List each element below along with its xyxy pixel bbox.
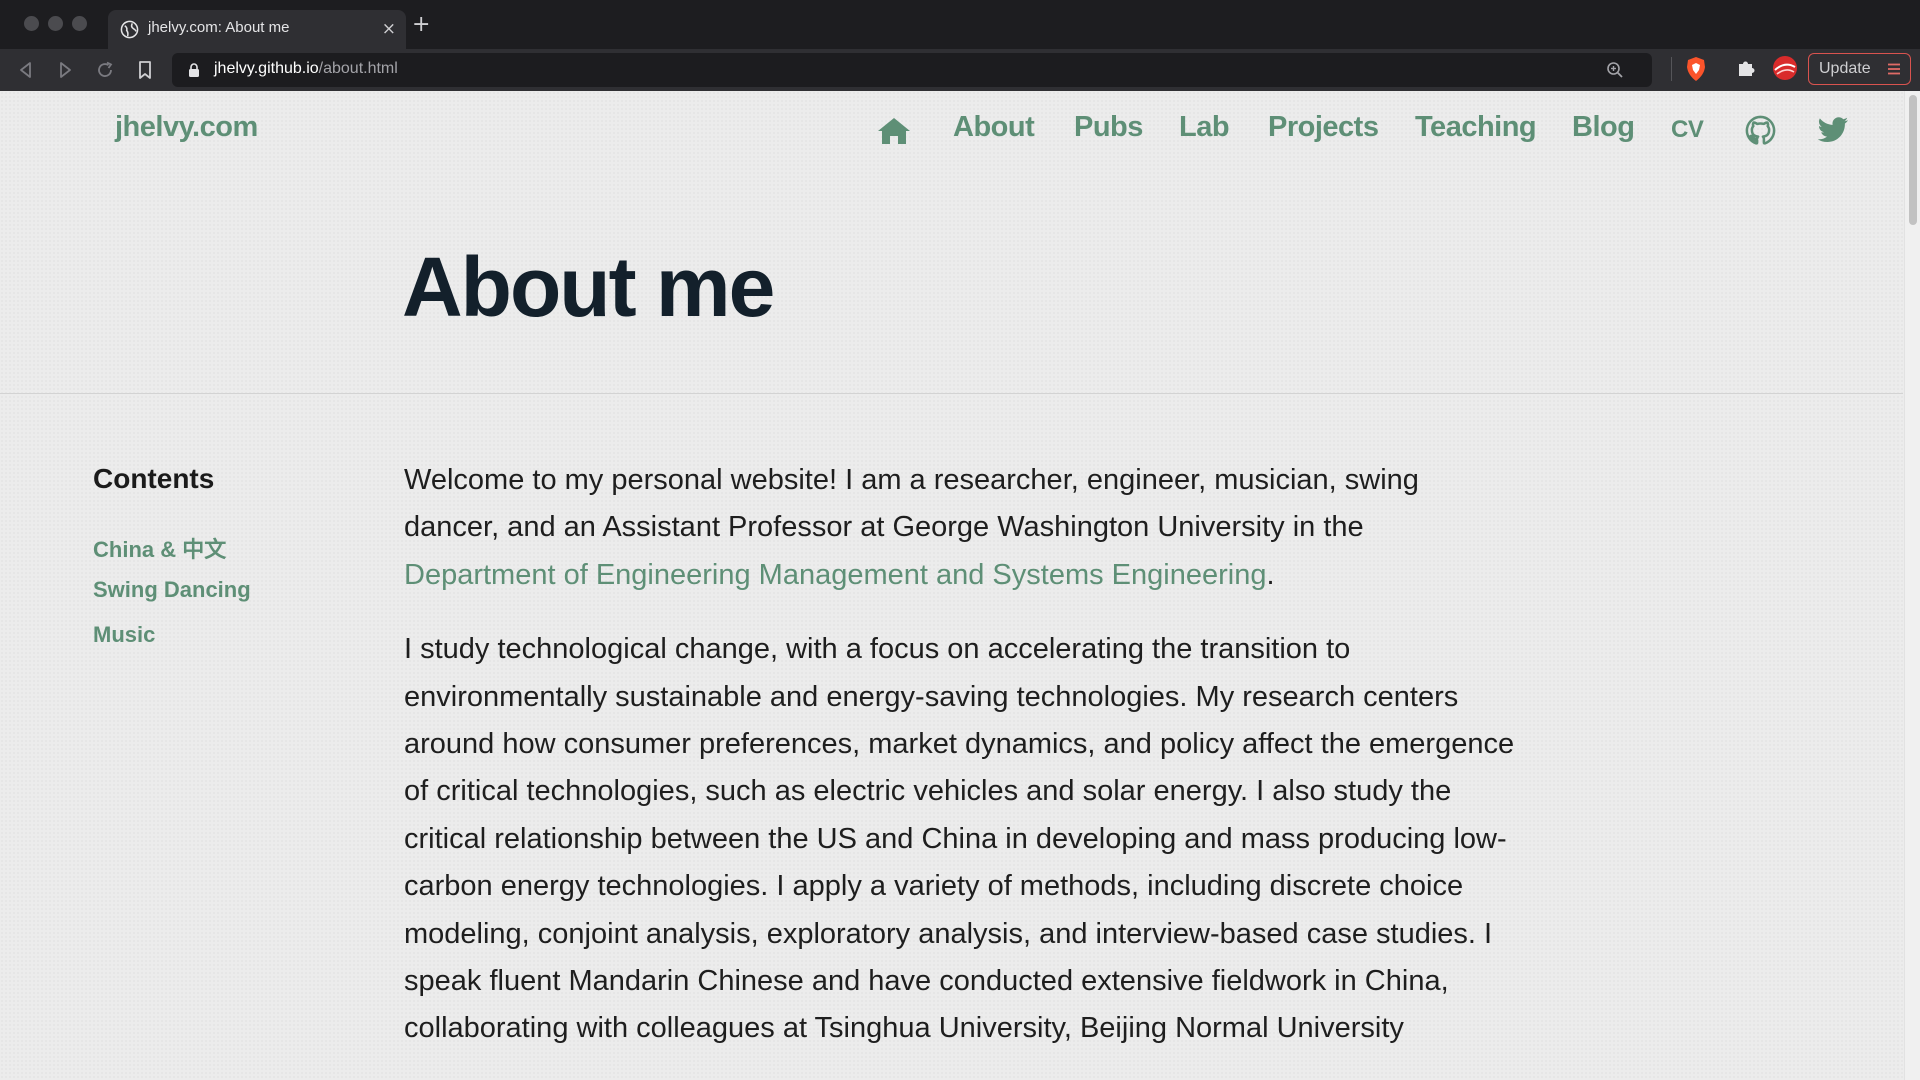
window-minimize-dot[interactable] [48, 16, 63, 31]
update-label: Update [1819, 60, 1871, 77]
github-icon[interactable] [1745, 115, 1776, 146]
page-viewport: jhelvy.com About Pubs Lab Projects Teach… [0, 91, 1920, 1080]
nav-pubs[interactable]: Pubs [1074, 111, 1143, 144]
main-content: Welcome to my personal website! I am a r… [404, 457, 1519, 1080]
url-path: /about.html [318, 60, 398, 77]
department-link[interactable]: Department of Engineering Management and… [404, 559, 1266, 591]
hamburger-menu-icon [1888, 63, 1900, 75]
window-zoom-dot[interactable] [72, 16, 87, 31]
window-close-dot[interactable] [24, 16, 39, 31]
nav-blog[interactable]: Blog [1572, 111, 1635, 144]
toc-heading: Contents [93, 463, 215, 494]
browser-window: jhelvy.com: About me × + jhelvy.github.i… [0, 0, 1920, 1080]
nav-lab[interactable]: Lab [1179, 111, 1230, 144]
title-divider [0, 393, 1903, 394]
scrollbar-thumb[interactable] [1909, 95, 1917, 225]
lock-icon [189, 63, 199, 77]
page-scrollbar[interactable] [1904, 91, 1920, 1080]
zoom-icon[interactable] [1606, 61, 1624, 79]
brave-shields-icon[interactable] [1685, 56, 1707, 82]
toc-item-swing-dancing[interactable]: Swing Dancing [93, 577, 251, 603]
puzzle-icon[interactable] [1735, 57, 1757, 79]
toolbar-separator [1671, 57, 1672, 81]
toc-item-music[interactable]: Music [93, 622, 155, 648]
nav-teaching[interactable]: Teaching [1415, 111, 1537, 144]
nav-cv[interactable]: CV [1671, 116, 1704, 144]
nav-about[interactable]: About [953, 111, 1035, 144]
tab-strip: jhelvy.com: About me × + [0, 0, 1920, 49]
url-host: jhelvy.github.io [214, 60, 319, 77]
home-icon[interactable] [876, 116, 912, 146]
page-title: About me [402, 240, 775, 334]
research-paragraph: I study technological change, with a foc… [404, 633, 1515, 1045]
globe-icon [120, 20, 139, 39]
twitter-icon[interactable] [1817, 117, 1849, 144]
nav-projects[interactable]: Projects [1268, 111, 1379, 144]
back-arrow-icon[interactable] [14, 58, 38, 82]
address-bar[interactable]: jhelvy.github.io/about.html [172, 53, 1652, 87]
profile-avatar-icon[interactable] [1772, 55, 1798, 81]
browser-toolbar: jhelvy.github.io/about.html [0, 49, 1920, 91]
tab-close-icon[interactable]: × [382, 19, 396, 39]
toc-item-china[interactable]: China & 中文 [93, 532, 226, 564]
url-text: jhelvy.github.io/about.html [214, 60, 398, 78]
intro-end: . [1266, 558, 1275, 591]
tab-active[interactable]: jhelvy.com: About me × [108, 10, 406, 49]
intro-text: Welcome to my personal website! I am a r… [404, 464, 1419, 544]
site-title-link[interactable]: jhelvy.com [115, 111, 258, 144]
reload-icon[interactable] [93, 58, 117, 82]
intro-paragraph: Welcome to my personal website! I am a r… [404, 457, 1519, 599]
new-tab-icon[interactable]: + [412, 14, 430, 36]
bookmark-icon[interactable] [133, 58, 157, 82]
tab-title: jhelvy.com: About me [148, 19, 290, 36]
forward-arrow-icon[interactable] [53, 58, 77, 82]
update-button[interactable]: Update [1808, 53, 1911, 85]
